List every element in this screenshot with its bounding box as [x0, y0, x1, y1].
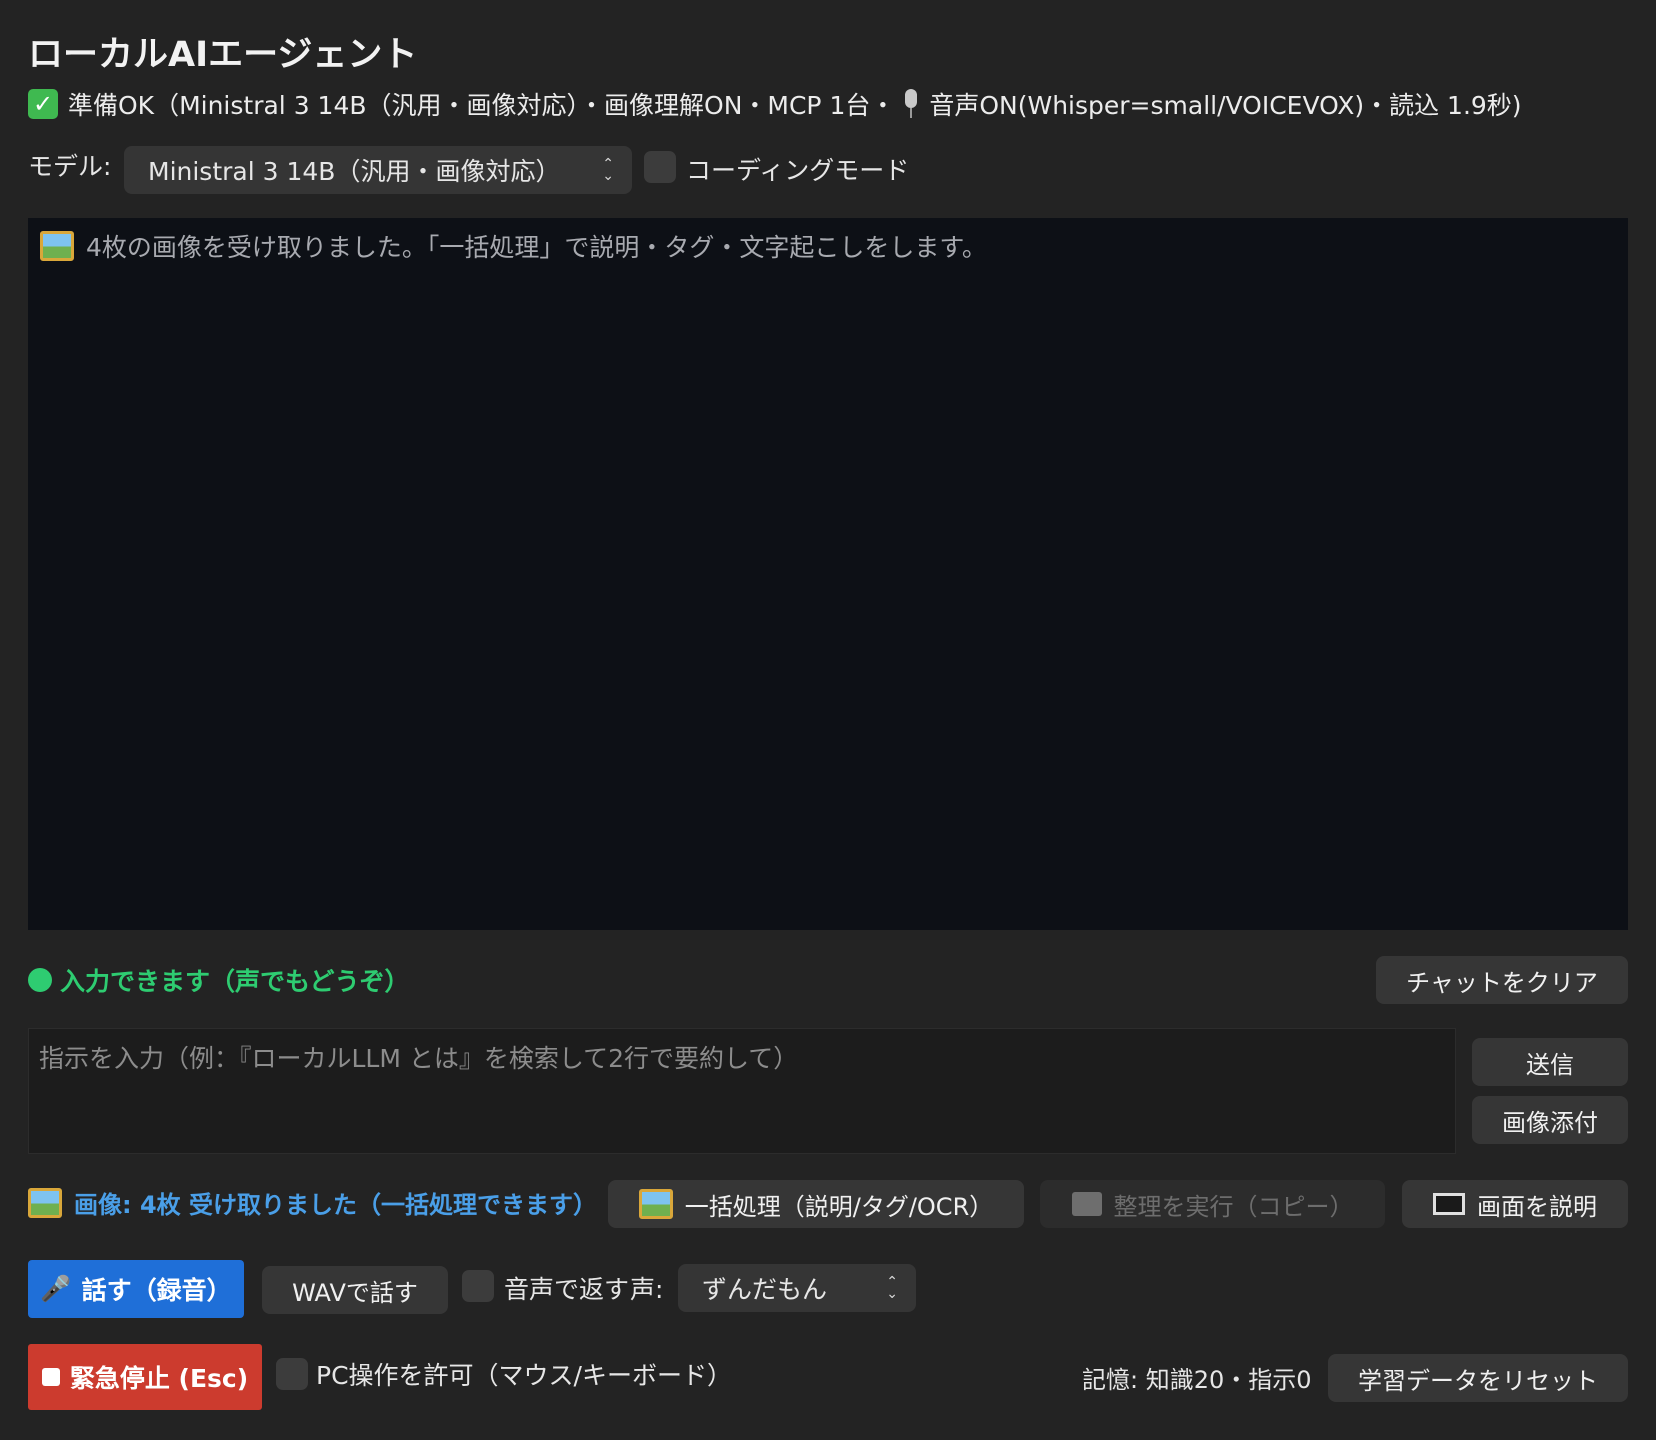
framed-picture-icon: [40, 231, 74, 261]
pc-control-label: PC操作を許可（マウス/キーボード）: [316, 1361, 732, 1390]
chevron-up-down-icon: ⌃ ⌄: [602, 156, 614, 184]
desktop-computer-icon: [1433, 1193, 1465, 1215]
organize-label: 整理を実行（コピー）: [1113, 1192, 1354, 1221]
chat-panel: 4枚の画像を受け取りました。「一括処理」で説明・タグ・文字起こしをします。: [28, 218, 1628, 930]
chat-message: 4枚の画像を受け取りました。「一括処理」で説明・タグ・文字起こしをします。: [40, 228, 987, 264]
send-button[interactable]: 送信: [1472, 1038, 1628, 1086]
voice-select-value: ずんだもん: [702, 1275, 828, 1304]
model-select[interactable]: Ministral 3 14B（汎用・画像対応） ⌃ ⌄: [124, 146, 632, 194]
emergency-stop-button[interactable]: 緊急停止 (Esc): [28, 1344, 262, 1410]
status-text-part1: 準備OK（Ministral 3 14B（汎用・画像対応）・画像理解ON・MCP…: [68, 91, 896, 120]
ready-status: 入力できます（声でもどうぞ）: [28, 962, 410, 998]
talk-record-label: 話す（録音）: [81, 1276, 232, 1305]
describe-screen-label: 画面を説明: [1477, 1192, 1597, 1221]
stop-icon: [41, 1368, 60, 1386]
model-label: モデル:: [28, 152, 112, 181]
chat-message-text: 4枚の画像を受け取りました。「一括処理」で説明・タグ・文字起こしをします。: [86, 233, 987, 262]
voice-label: 声:: [630, 1275, 664, 1304]
describe-screen-button[interactable]: 画面を説明: [1402, 1180, 1628, 1228]
memory-status: 記憶: 知識20・指示0: [1082, 1366, 1312, 1394]
organize-button[interactable]: 整理を実行（コピー）: [1040, 1180, 1385, 1228]
green-circle-icon: [28, 968, 52, 992]
coding-mode-checkbox[interactable]: [644, 151, 676, 183]
emergency-stop-label: 緊急停止 (Esc): [69, 1364, 249, 1393]
batch-process-label: 一括処理（説明/タグ/OCR）: [684, 1192, 994, 1221]
folder-icon: [1071, 1192, 1102, 1216]
talk-record-button[interactable]: 🎤 話す（録音）: [28, 1260, 244, 1318]
microphone-icon: 🎤: [40, 1274, 72, 1303]
framed-picture-icon: [638, 1189, 673, 1219]
voice-reply-checkbox[interactable]: [462, 1270, 494, 1302]
chevron-up-down-icon: ⌃ ⌄: [886, 1274, 898, 1302]
images-status-text: 画像: 4枚 受け取りました（一括処理できます）: [74, 1191, 598, 1219]
ready-status-text: 入力できます（声でもどうぞ）: [60, 967, 410, 996]
status-text-part2: 音声ON(Whisper=small/VOICEVOX)・読込 1.9秒): [929, 91, 1522, 120]
instruction-input[interactable]: [28, 1028, 1456, 1154]
microphone-icon: [903, 89, 919, 119]
model-select-value: Ministral 3 14B（汎用・画像対応）: [148, 157, 561, 186]
reset-learning-button[interactable]: 学習データをリセット: [1328, 1354, 1628, 1402]
voice-select[interactable]: ずんだもん ⌃ ⌄: [678, 1264, 916, 1312]
images-status: 画像: 4枚 受け取りました（一括処理できます）: [28, 1185, 597, 1220]
voice-reply-label: 音声で返す: [504, 1275, 630, 1304]
batch-process-button[interactable]: 一括処理（説明/タグ/OCR）: [608, 1180, 1024, 1228]
wav-talk-button[interactable]: WAVで話す: [262, 1266, 448, 1314]
status-line: ✓ 準備OK（Ministral 3 14B（汎用・画像対応）・画像理解ON・M…: [28, 86, 1522, 122]
attach-image-button[interactable]: 画像添付: [1472, 1096, 1628, 1144]
framed-picture-icon: [28, 1187, 62, 1218]
check-mark-icon: ✓: [28, 89, 58, 119]
pc-control-checkbox[interactable]: [276, 1358, 308, 1390]
clear-chat-button[interactable]: チャットをクリア: [1376, 956, 1628, 1004]
app-title: ローカルAIエージェント: [28, 35, 418, 75]
coding-mode-label: コーディングモード: [686, 156, 910, 185]
